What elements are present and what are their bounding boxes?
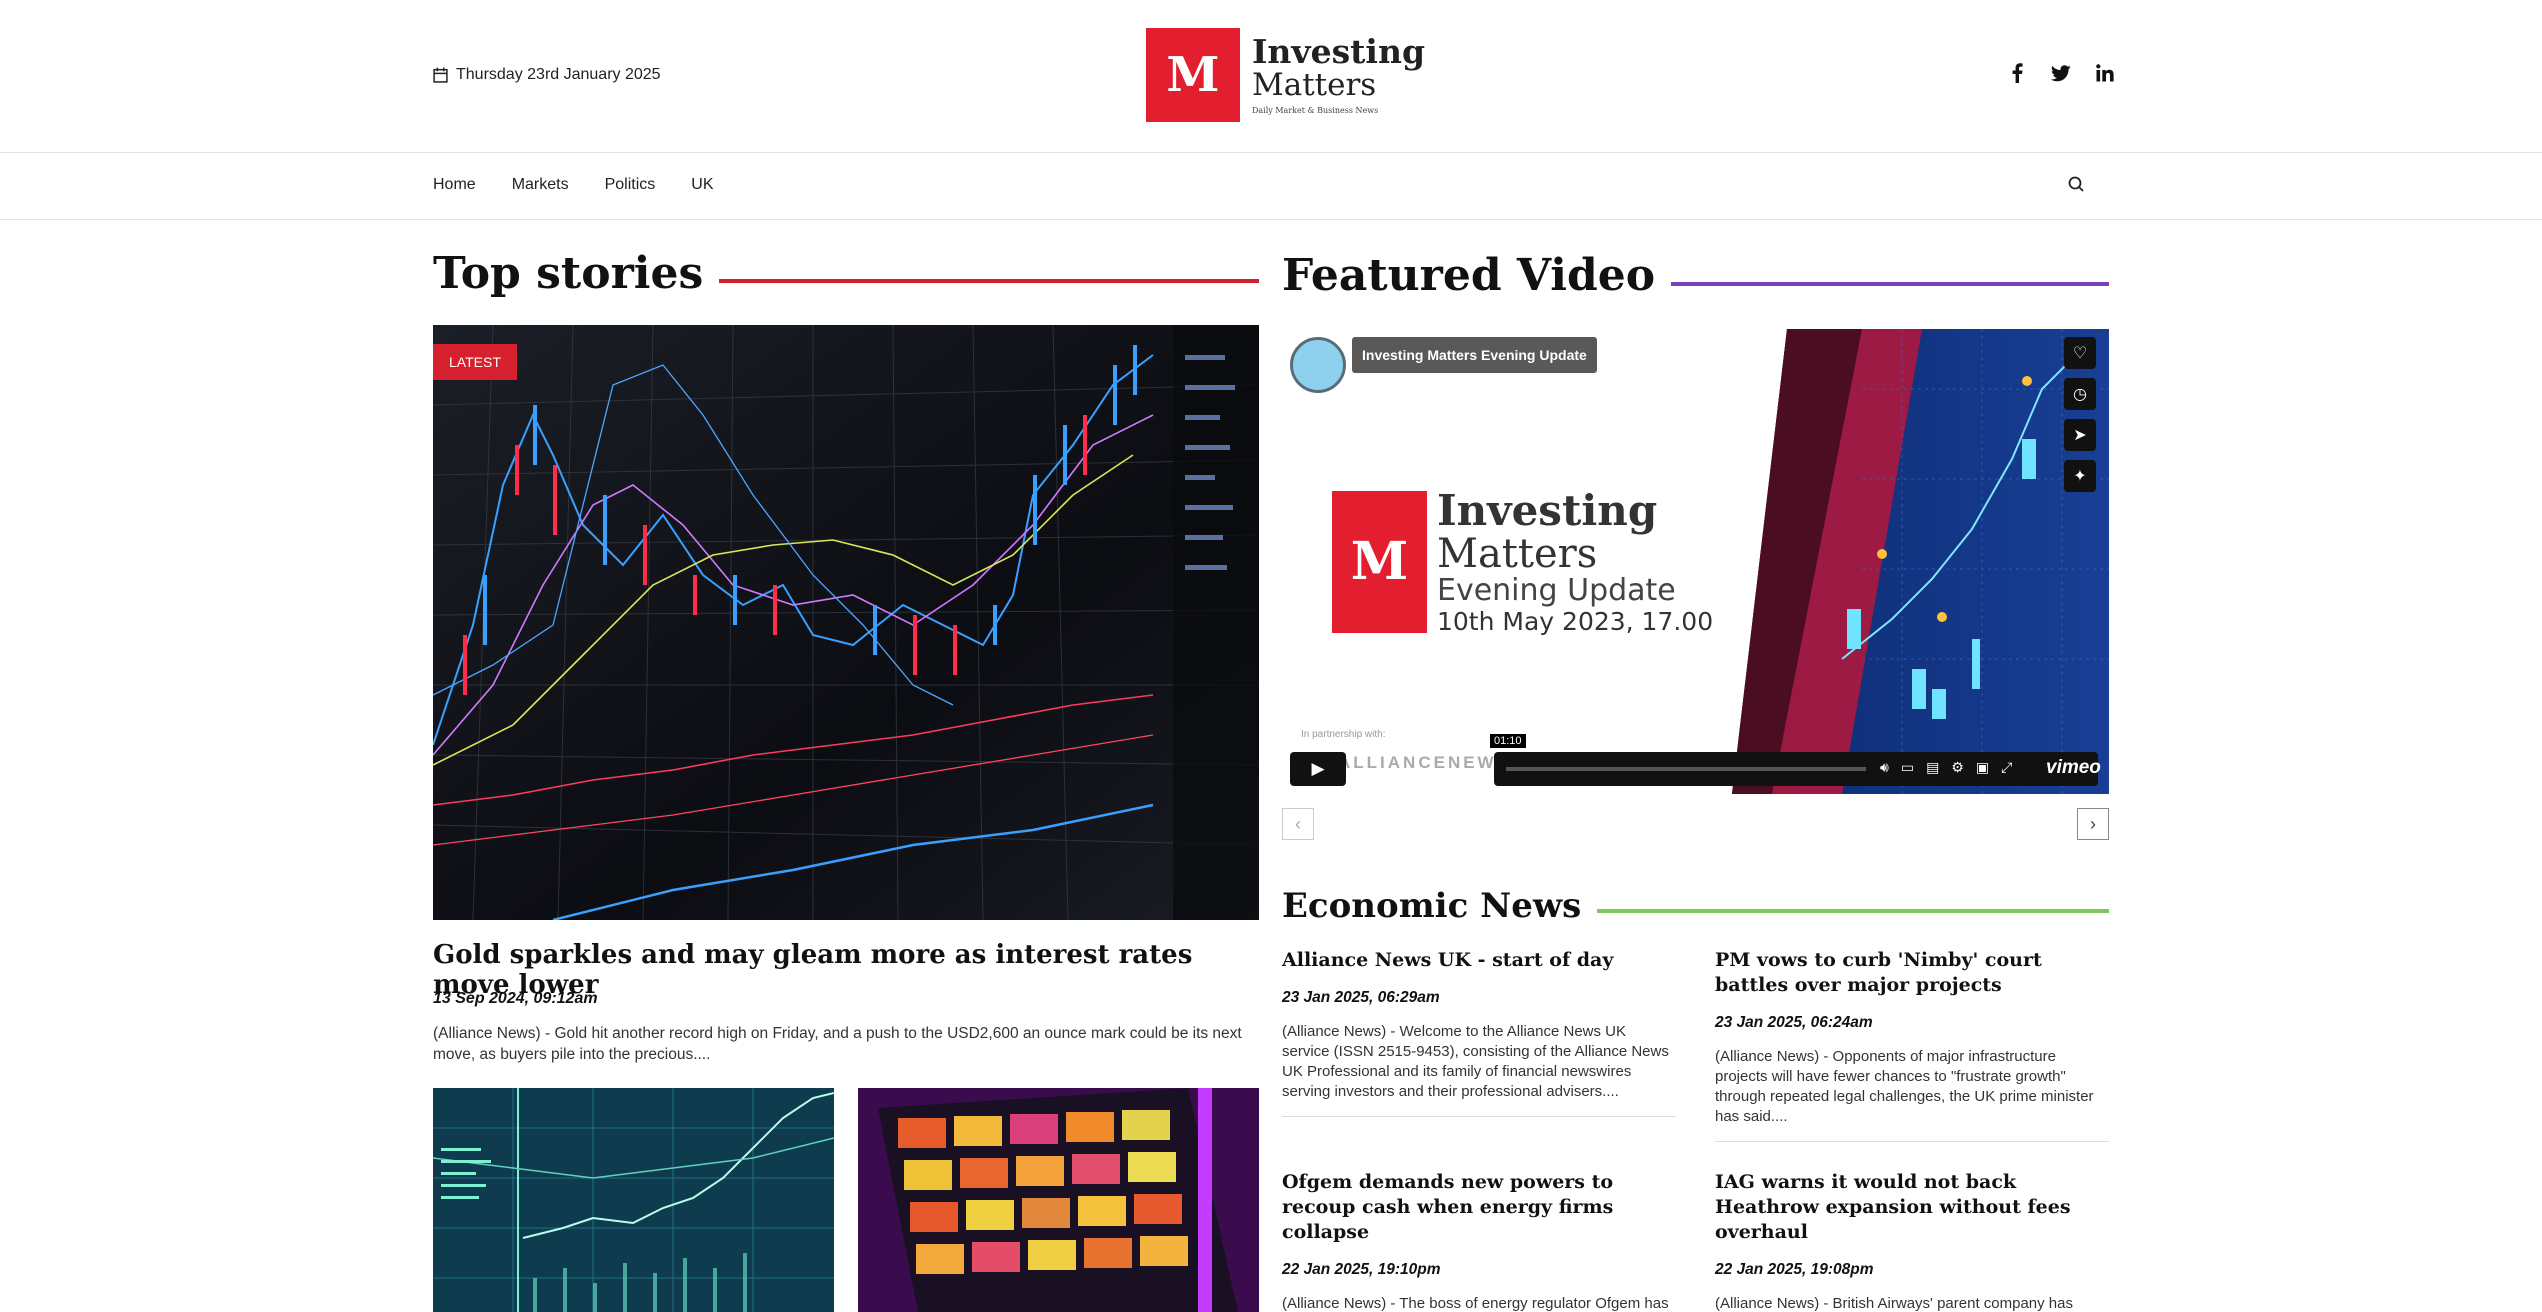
video-control-bar: 🔊︎ ▭ ▤ ⚙ ▣ ⤢ vimeo <box>1494 752 2101 786</box>
video-scrubber[interactable] <box>1506 767 1866 771</box>
news-date: 22 Jan 2025, 19:10pm <box>1282 1261 1441 1278</box>
video-time: 01:10 <box>1490 734 1526 748</box>
pip-icon[interactable]: ▣ <box>1976 759 1989 776</box>
story-thumbnail-chart[interactable] <box>433 1088 834 1312</box>
video-logo-letter: M <box>1350 531 1409 593</box>
logo-line1: Investing <box>1252 32 1426 71</box>
video-title-badge[interactable]: Investing Matters Evening Update <box>1352 337 1597 373</box>
news-headline[interactable]: IAG warns it would not back Heathrow exp… <box>1715 1170 2109 1245</box>
watch-later-icon[interactable]: ◷ <box>2064 378 2096 410</box>
twitter-icon[interactable] <box>2050 62 2072 84</box>
carousel-next-button[interactable]: › <box>2077 808 2109 840</box>
date-text: Thursday 23rd January 2025 <box>456 66 661 83</box>
story-thumbnail-slot-machine[interactable] <box>858 1088 1259 1312</box>
news-date: 22 Jan 2025, 19:08pm <box>1715 1261 1874 1278</box>
settings-icon[interactable]: ⚙ <box>1951 759 1964 776</box>
logo-line2: Matters <box>1252 67 1377 103</box>
news-date: 23 Jan 2025, 06:29am <box>1282 989 1440 1006</box>
news-headline[interactable]: Alliance News UK - start of day <box>1282 948 1676 973</box>
economic-news-heading: Economic News <box>1282 886 2109 926</box>
video-partner-label: In partnership with: <box>1301 729 1386 740</box>
sparkle-icon[interactable]: ✦ <box>2064 460 2096 492</box>
vimeo-logo[interactable]: vimeo <box>2046 757 2101 779</box>
nav-item-politics[interactable]: Politics <box>605 176 656 194</box>
economic-news-title: Economic News <box>1282 886 1582 926</box>
fullscreen-icon[interactable]: ⤢ <box>2001 759 2012 776</box>
news-divider <box>1282 1116 1676 1117</box>
hero-image[interactable] <box>433 325 1259 920</box>
nav-item-uk[interactable]: UK <box>691 176 713 194</box>
linkedin-icon[interactable] <box>2094 62 2116 84</box>
top-stories-title: Top stories <box>433 248 704 299</box>
video-side-actions: ♡ ◷ ➤ ✦ <box>2064 337 2096 492</box>
video-title-card: M Investing Matters Evening Update 10th … <box>1332 486 1714 636</box>
video-card-line2: Matters <box>1437 531 1598 578</box>
facebook-icon[interactable] <box>2006 62 2028 84</box>
news-excerpt: (Alliance News) - The boss of energy reg… <box>1282 1295 1669 1312</box>
news-excerpt: (Alliance News) - Welcome to the Allianc… <box>1282 1023 1669 1100</box>
hero-excerpt: (Alliance News) - Gold hit another recor… <box>433 1025 1242 1063</box>
hero-date: 13 Sep 2024, 09:12am <box>433 990 598 1007</box>
site-header: Thursday 23rd January 2025 M Investing M… <box>0 0 2542 153</box>
nav-item-home[interactable]: Home <box>433 176 476 194</box>
featured-video-heading: Featured Video <box>1282 250 2109 301</box>
economic-news-rule <box>1597 909 2109 913</box>
main-nav: Home Markets Politics UK <box>0 154 2542 220</box>
news-item[interactable]: PM vows to curb 'Nimby' court battles ov… <box>1715 948 2109 1142</box>
news-excerpt: (Alliance News) - Opponents of major inf… <box>1715 1048 2094 1125</box>
news-excerpt: (Alliance News) - British Airways' paren… <box>1715 1295 2073 1312</box>
featured-video-rule <box>1671 281 2109 286</box>
video-player[interactable]: M Investing Matters Evening Update 10th … <box>1282 329 2109 794</box>
news-item[interactable]: Ofgem demands new powers to recoup cash … <box>1282 1170 1676 1312</box>
news-item[interactable]: Alliance News UK - start of day 23 Jan 2… <box>1282 948 1676 1117</box>
logo-tagline: Daily Market & Business News <box>1252 106 1379 115</box>
video-card-line4: 10th May 2023, 17.00 <box>1437 606 1714 636</box>
featured-video-title: Featured Video <box>1282 250 1656 301</box>
like-icon[interactable]: ♡ <box>2064 337 2096 369</box>
carousel-prev-button[interactable]: ‹ <box>1282 808 1314 840</box>
news-date: 23 Jan 2025, 06:24am <box>1715 1014 1873 1031</box>
video-logo-mark: M <box>1332 490 1427 633</box>
top-stories-rule <box>719 278 1259 283</box>
search-icon[interactable] <box>2066 174 2088 196</box>
channel-avatar[interactable] <box>1290 337 1346 393</box>
social-links <box>2006 62 2116 84</box>
top-stories-heading: Top stories <box>433 248 1259 299</box>
volume-icon[interactable]: 🔊︎ <box>1880 759 1889 776</box>
video-card-line3: Evening Update <box>1437 573 1676 609</box>
logo-mark: M <box>1146 28 1240 122</box>
video-controls: ▶ 01:10 🔊︎ ▭ ▤ ⚙ ▣ ⤢ vimeo <box>1290 734 2101 786</box>
captions-icon[interactable]: ▭ <box>1901 759 1914 776</box>
news-divider <box>1715 1141 2109 1142</box>
header-date: Thursday 23rd January 2025 <box>433 66 661 84</box>
news-item[interactable]: IAG warns it would not back Heathrow exp… <box>1715 1170 2109 1312</box>
transcript-icon[interactable]: ▤ <box>1926 759 1939 776</box>
news-headline[interactable]: Ofgem demands new powers to recoup cash … <box>1282 1170 1676 1245</box>
site-logo[interactable]: M Investing Matters Daily Market & Busin… <box>1146 28 1425 122</box>
calendar-icon <box>433 67 448 83</box>
nav-item-markets[interactable]: Markets <box>512 176 569 194</box>
logo-letter: M <box>1166 47 1220 103</box>
news-headline[interactable]: PM vows to curb 'Nimby' court battles ov… <box>1715 948 2109 998</box>
play-button[interactable]: ▶ <box>1290 752 1346 786</box>
share-icon[interactable]: ➤ <box>2064 419 2096 451</box>
latest-badge: LATEST <box>433 344 517 380</box>
video-card-line1: Investing <box>1437 486 1658 535</box>
